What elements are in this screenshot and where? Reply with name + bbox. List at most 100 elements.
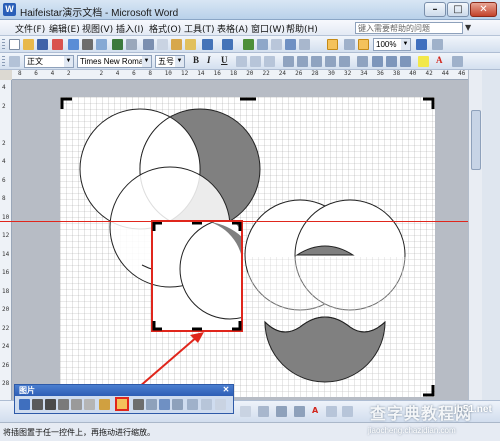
- line-style-icon[interactable]: [133, 399, 144, 410]
- research-icon[interactable]: [126, 39, 137, 50]
- distributed-icon[interactable]: [339, 56, 350, 67]
- chevron-down-icon[interactable]: ▼: [465, 23, 471, 32]
- open-folder-icon[interactable]: [23, 39, 34, 50]
- tables-borders-icon[interactable]: [257, 39, 268, 50]
- insert-table-icon[interactable]: [271, 39, 282, 50]
- line-spacing-icon[interactable]: [357, 56, 368, 67]
- hyperlink-icon[interactable]: [243, 39, 254, 50]
- compress-icon[interactable]: [146, 399, 157, 410]
- maximize-button[interactable]: □: [447, 2, 469, 17]
- paste-icon[interactable]: [171, 39, 182, 50]
- menu-help[interactable]: 帮助(H): [286, 22, 318, 35]
- drawing-toggle-icon[interactable]: [327, 39, 338, 50]
- ruler-tick-label: 26: [2, 361, 10, 369]
- email-icon[interactable]: [68, 39, 79, 50]
- vertical-scrollbar[interactable]: [468, 70, 482, 400]
- char-shading-icon[interactable]: [250, 56, 261, 67]
- more-buttons-icon[interactable]: [452, 56, 463, 67]
- read-mode-icon[interactable]: [432, 39, 443, 50]
- close-icon[interactable]: ✕: [221, 385, 231, 395]
- watermark-site: jb51.net: [454, 404, 492, 415]
- picture-toolbar[interactable]: 图片 ✕: [14, 384, 234, 414]
- new-document-icon[interactable]: [9, 39, 20, 50]
- redo-icon[interactable]: [222, 39, 233, 50]
- select-objects-icon[interactable]: [240, 406, 251, 417]
- menu-view[interactable]: 视图(V): [82, 22, 113, 35]
- menu-table[interactable]: 表格(A): [217, 22, 248, 35]
- italic-button[interactable]: I: [207, 55, 211, 65]
- text-wrapping-button[interactable]: [115, 397, 129, 411]
- toolbar-grip[interactable]: [2, 56, 5, 67]
- chevron-down-icon: ▼: [175, 56, 184, 67]
- reset-picture-icon[interactable]: [201, 399, 212, 410]
- font-select[interactable]: Times New Roman ▼: [77, 55, 152, 68]
- style-select[interactable]: 正文 ▼: [24, 55, 74, 68]
- font-size-select[interactable]: 五号 ▼: [155, 55, 185, 68]
- styles-pane-icon[interactable]: [9, 56, 20, 67]
- bullets-icon[interactable]: [386, 56, 397, 67]
- align-left-icon[interactable]: [283, 56, 294, 67]
- menu-format[interactable]: 格式(O): [149, 22, 181, 35]
- insert-picture-icon[interactable]: [19, 399, 30, 410]
- show-hide-marks-icon[interactable]: [358, 39, 369, 50]
- crop-icon[interactable]: [99, 399, 110, 410]
- more-options-icon[interactable]: [215, 399, 226, 410]
- highlight-icon[interactable]: [418, 56, 429, 67]
- columns-icon[interactable]: [299, 39, 310, 50]
- dash-style-icon[interactable]: [342, 406, 353, 417]
- more-contrast-icon[interactable]: [45, 399, 56, 410]
- save-icon[interactable]: [37, 39, 48, 50]
- align-right-icon[interactable]: [311, 56, 322, 67]
- indent-icon[interactable]: [400, 56, 411, 67]
- insert-excel-icon[interactable]: [285, 39, 296, 50]
- format-picture-icon[interactable]: [172, 399, 183, 410]
- menu-insert[interactable]: 插入(I): [116, 22, 144, 35]
- menu-file[interactable]: 文件(F): [15, 22, 45, 35]
- autoshapes-icon[interactable]: [258, 406, 269, 417]
- undo-icon[interactable]: [202, 39, 213, 50]
- copy-icon[interactable]: [157, 39, 168, 50]
- zoom-select[interactable]: 100% ▼: [373, 38, 411, 51]
- ruler-tick-label: 12: [2, 232, 10, 239]
- menu-edit[interactable]: 编辑(E): [49, 22, 80, 35]
- line-style-icon[interactable]: [326, 406, 337, 417]
- print-icon[interactable]: [82, 39, 93, 50]
- set-transparent-icon[interactable]: [187, 399, 198, 410]
- print-preview-icon[interactable]: [96, 39, 107, 50]
- char-border-icon[interactable]: [236, 56, 247, 67]
- horizontal-ruler[interactable]: 8 6 4 2 2 4 6 8 10 12 14 16 18 20 22 24 26 28 30 32 34 36 38 40…: [12, 70, 482, 80]
- minimize-button[interactable]: –: [424, 2, 446, 17]
- menu-window[interactable]: 窗口(W): [251, 22, 285, 35]
- ruler-tick-label: 2: [99, 70, 104, 77]
- permission-icon[interactable]: [52, 39, 63, 50]
- numbering-icon[interactable]: [372, 56, 383, 67]
- rectangle-icon[interactable]: [294, 406, 305, 417]
- char-scale-icon[interactable]: [264, 56, 275, 67]
- cut-icon[interactable]: [143, 39, 154, 50]
- less-brightness-icon[interactable]: [84, 399, 95, 410]
- spelling-icon[interactable]: [112, 39, 123, 50]
- color-icon[interactable]: [32, 399, 43, 410]
- less-contrast-icon[interactable]: [58, 399, 69, 410]
- help-search-input[interactable]: 键入需要帮助的问题: [355, 22, 463, 34]
- scroll-thumb[interactable]: [471, 110, 481, 170]
- underline-button[interactable]: U: [221, 55, 228, 65]
- chevron-down-icon: ▼: [142, 56, 151, 67]
- justify-icon[interactable]: [325, 56, 336, 67]
- bold-button[interactable]: B: [193, 55, 199, 65]
- rotate-icon[interactable]: [159, 399, 170, 410]
- align-center-icon[interactable]: [297, 56, 308, 67]
- vertical-ruler[interactable]: 4 2 2 4 6 8 10 12 14 16 18 20 22 24 26 28: [0, 80, 12, 400]
- close-button[interactable]: ✕: [470, 2, 497, 17]
- format-painter-icon[interactable]: [185, 39, 196, 50]
- standard-toolbar: 100% ▼: [0, 36, 500, 53]
- ruler-tick-label: 40: [409, 70, 417, 77]
- font-color-button[interactable]: A: [436, 55, 443, 65]
- font-color-icon[interactable]: A: [312, 406, 318, 415]
- document-map-icon[interactable]: [344, 39, 355, 50]
- toolbar-grip[interactable]: [2, 39, 5, 50]
- help-icon[interactable]: [416, 39, 427, 50]
- more-brightness-icon[interactable]: [71, 399, 82, 410]
- line-icon[interactable]: [276, 406, 287, 417]
- menu-tools[interactable]: 工具(T): [184, 22, 215, 35]
